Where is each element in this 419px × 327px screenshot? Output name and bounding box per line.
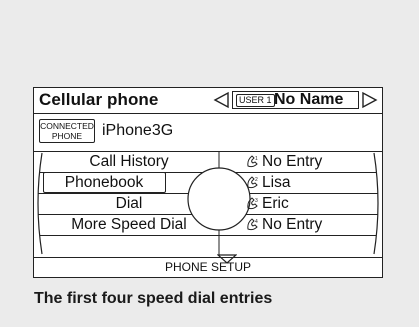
menu-item-dial[interactable]: Dial xyxy=(42,194,216,214)
speed-dial-entry-1[interactable]: 1 No Entry xyxy=(246,152,376,172)
speed-dial-label: No Entry xyxy=(262,153,323,170)
handset-3-icon: 3 xyxy=(247,197,258,210)
handset-2-icon: 2 xyxy=(247,176,258,189)
badge-line-2: PHONE xyxy=(51,131,83,141)
svg-text:2: 2 xyxy=(255,177,258,183)
speed-dial-entry-2[interactable]: 2 Lisa xyxy=(246,173,376,193)
screen-title: Cellular phone xyxy=(39,90,159,109)
handset-1-icon: 1 xyxy=(247,155,258,168)
header-bar: Cellular phone USER 1 No Name xyxy=(34,88,382,114)
device-name: iPhone3G xyxy=(102,122,174,139)
user-name: No Name xyxy=(274,91,344,108)
speed-dial-label: No Entry xyxy=(262,216,323,233)
menu-area: Call History Phonebook Dial More Speed D… xyxy=(34,152,382,255)
menu-item-phonebook[interactable]: Phonebook xyxy=(34,173,174,193)
triangle-left-icon[interactable] xyxy=(212,91,230,109)
speed-dial-entry-3[interactable]: 3 Eric xyxy=(246,194,376,214)
caption: The first four speed dial entries xyxy=(34,290,273,307)
svg-text:3: 3 xyxy=(255,198,258,204)
user-selector[interactable]: USER 1 No Name xyxy=(232,91,359,109)
svg-text:1: 1 xyxy=(255,156,258,162)
phone-setup-button[interactable]: PHONE SETUP xyxy=(34,257,382,277)
menu-item-more-speed-dial[interactable]: More Speed Dial xyxy=(42,215,216,235)
svg-text:4: 4 xyxy=(255,219,258,225)
connection-row: CONNECTED PHONE iPhone3G xyxy=(34,114,382,152)
speed-dial-entry-4[interactable]: 4 No Entry xyxy=(246,215,376,235)
speed-dial-label: Lisa xyxy=(262,174,291,191)
badge-line-1: CONNECTED xyxy=(40,121,94,131)
connected-phone-badge: CONNECTED PHONE xyxy=(39,119,95,143)
phone-screen: Cellular phone USER 1 No Name CONNECTED … xyxy=(33,87,383,278)
handset-4-icon: 4 xyxy=(247,218,258,231)
user-tag: USER 1 xyxy=(236,94,275,107)
menu-item-call-history[interactable]: Call History xyxy=(42,152,216,172)
triangle-right-icon[interactable] xyxy=(361,91,379,109)
speed-dial-label: Eric xyxy=(262,195,289,212)
